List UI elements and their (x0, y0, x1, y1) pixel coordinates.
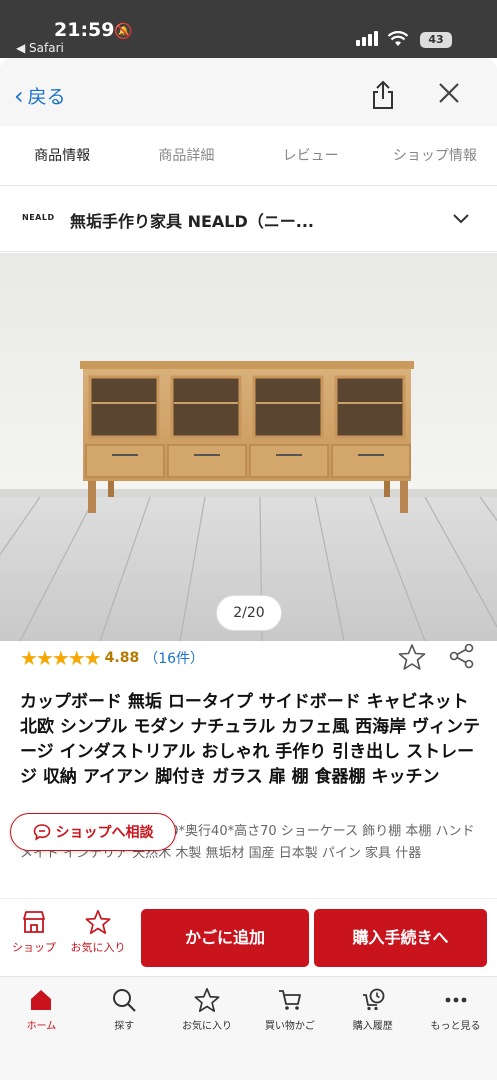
product-image[interactable] (0, 253, 497, 641)
chat-bubble-icon (33, 824, 50, 841)
sideboard-photo (0, 253, 497, 641)
tabbar-search[interactable]: 探す (83, 987, 166, 1080)
add-to-cart-button[interactable]: かごに追加 (141, 909, 309, 967)
product-sheet: ‹ 戻る 商品情報 商品詳細 レビュー ショップ情報 NEALD 無垢手作り家具… (0, 58, 497, 1080)
tab-reviews[interactable]: レビュー (249, 126, 373, 185)
tab-product-details[interactable]: 商品詳細 (124, 126, 248, 185)
checkout-button[interactable]: 購入手続きへ (314, 909, 487, 967)
bottom-tab-bar: ホーム 探す お気に入り 買い物かご 購入履歴 もっと見る (0, 976, 497, 1080)
bell-muted-icon: 🔕 (114, 22, 133, 40)
tabbar-more-label: もっと見る (430, 1021, 481, 1032)
product-tabs: 商品情報 商品詳細 レビュー ショップ情報 (0, 126, 497, 186)
favorite-button[interactable]: お気に入り (68, 909, 128, 955)
chevron-down-icon[interactable] (451, 208, 471, 228)
shop-button[interactable]: ショップ (4, 909, 64, 955)
product-title: カップボード 無垢 ロータイプ サイドボード キャビネット 北欧 シンプル モダ… (20, 692, 480, 787)
shop-row[interactable]: NEALD 無垢手作り家具 NEALD（ニー... (0, 186, 497, 252)
more-icon (445, 997, 466, 1003)
shop-name: 無垢手作り家具 NEALD（ニー... (70, 212, 314, 231)
chevron-left-icon: ‹ (14, 81, 24, 110)
image-counter: 2/20 (216, 595, 282, 631)
battery-indicator: 43 (420, 32, 452, 48)
tabbar-home-label: ホーム (26, 1021, 57, 1032)
cart-icon (278, 990, 301, 1010)
back-label: 戻る (27, 86, 66, 108)
status-time: 21:59 (54, 19, 115, 41)
nav-bar: ‹ 戻る (0, 58, 497, 126)
share-icon[interactable] (370, 80, 396, 110)
rating-score: 4.88 (104, 650, 140, 666)
star-icon (85, 910, 111, 934)
tabbar-history-label: 購入履歴 (352, 1021, 393, 1032)
consult-label: ショップへ相談 (55, 825, 154, 841)
signal-icon (356, 30, 380, 46)
tabbar-history[interactable]: 購入履歴 (331, 987, 414, 1080)
tabbar-favorites[interactable]: お気に入り (166, 987, 249, 1080)
shop-label: ショップ (12, 941, 56, 954)
tabbar-cart[interactable]: 買い物かご (248, 987, 331, 1080)
rating-row[interactable]: ★★★★★ 4.88 （16件） (20, 646, 204, 670)
star-outline-icon[interactable] (398, 643, 426, 671)
favorite-label: お気に入り (70, 941, 126, 954)
history-icon (362, 988, 385, 1011)
star-icon (194, 988, 220, 1012)
status-bar: 21:59 🔕 ◀ Safari 43 (0, 0, 497, 58)
share-nodes-icon[interactable] (448, 642, 476, 670)
tabbar-home[interactable]: ホーム (0, 987, 83, 1080)
wifi-icon (388, 31, 408, 46)
action-bar: ショップ お気に入り かごに追加 購入手続きへ (0, 898, 497, 976)
close-icon[interactable] (436, 80, 462, 106)
consult-shop-button[interactable]: ショップへ相談 (10, 813, 176, 851)
tab-product-info[interactable]: 商品情報 (0, 126, 124, 185)
tabbar-cart-label: 買い物かご (264, 1021, 315, 1032)
search-icon (113, 989, 137, 1012)
tabbar-search-label: 探す (114, 1021, 135, 1032)
rating-stars: ★★★★★ (20, 646, 102, 670)
home-icon (31, 990, 52, 1010)
back-button[interactable]: ‹ 戻る (14, 82, 66, 109)
store-icon (23, 911, 45, 933)
tabbar-more[interactable]: もっと見る (414, 987, 497, 1080)
tabbar-favorites-label: お気に入り (182, 1021, 233, 1032)
review-count-link[interactable]: （16件） (144, 648, 204, 668)
back-to-safari[interactable]: ◀ Safari (16, 41, 64, 55)
tab-shop-info[interactable]: ショップ情報 (373, 126, 497, 185)
shop-logo: NEALD (22, 213, 55, 222)
